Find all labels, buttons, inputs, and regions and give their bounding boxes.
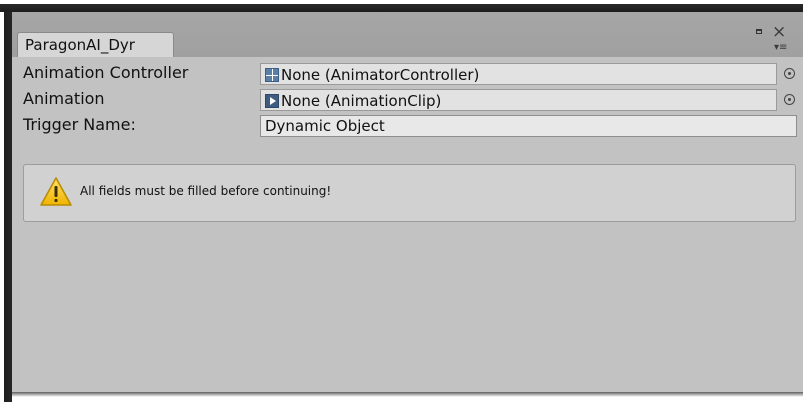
animation-controller-value: None (AnimatorController) (281, 65, 480, 84)
close-icon[interactable]: × (772, 24, 786, 41)
tab-bar: ParagonAI_Dyr × ▾≡ (12, 12, 803, 57)
animator-controller-icon (265, 67, 279, 82)
animation-clip-icon (265, 93, 279, 108)
object-picker-icon[interactable] (784, 94, 795, 105)
context-menu-icon[interactable]: ▾≡ (774, 43, 787, 53)
trigger-name-label: Trigger Name: (23, 115, 136, 134)
trigger-name-input[interactable]: Dynamic Object (260, 115, 797, 137)
window-frame-bottom (12, 392, 803, 402)
row-animation: Animation None (AnimationClip) (12, 86, 803, 111)
warning-message: All fields must be filled before continu… (80, 184, 332, 198)
object-picker-icon[interactable] (784, 68, 795, 79)
maximize-icon[interactable] (756, 29, 762, 34)
animation-controller-label: Animation Controller (23, 63, 189, 82)
warning-helpbox: All fields must be filled before continu… (23, 164, 796, 222)
animation-field[interactable]: None (AnimationClip) (260, 89, 777, 111)
warning-icon (40, 177, 72, 206)
inspector-content: Animation Controller None (AnimatorContr… (12, 57, 803, 392)
tab-title: ParagonAI_Dyr (25, 36, 135, 54)
animation-value: None (AnimationClip) (281, 91, 442, 110)
inspector-window: ParagonAI_Dyr × ▾≡ Animation Controller … (12, 12, 803, 392)
row-trigger-name: Trigger Name: Dynamic Object (12, 112, 803, 137)
tab-paragonai[interactable]: ParagonAI_Dyr (17, 32, 174, 57)
window-frame-left (0, 12, 12, 402)
row-animation-controller: Animation Controller None (AnimatorContr… (12, 60, 803, 85)
animation-controller-field[interactable]: None (AnimatorController) (260, 63, 777, 85)
window-frame-top (0, 0, 803, 12)
animation-label: Animation (23, 89, 105, 108)
